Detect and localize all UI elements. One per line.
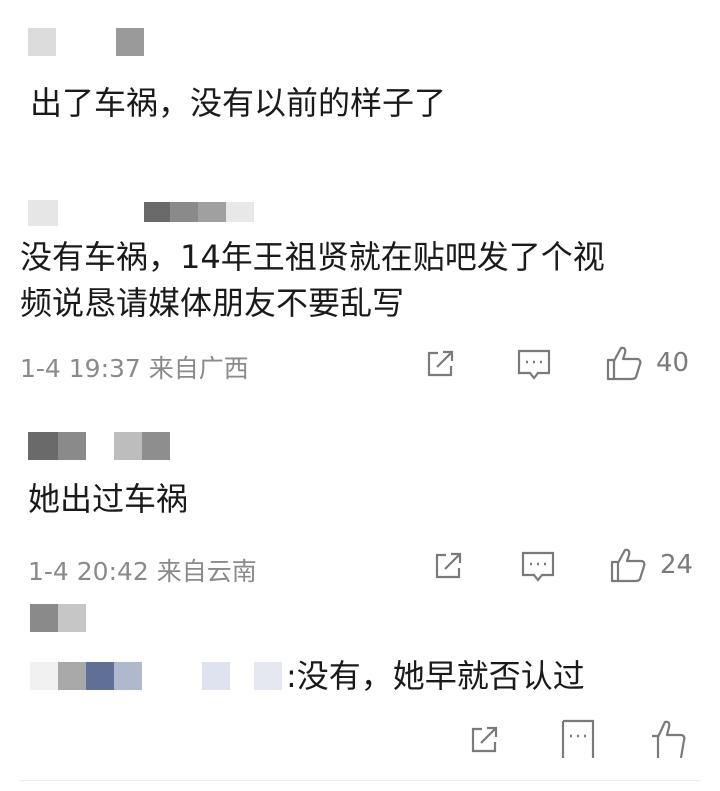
reply-mention-mosaic <box>30 662 282 690</box>
comment-text-line1: 没有车祸，14年王祖贤就在贴吧发了个视 <box>20 238 605 276</box>
comment-text-line2: 频说恳请媒体朋友不要乱写 <box>20 284 405 322</box>
comment-text: 出了车祸，没有以前的样子了 <box>30 84 447 122</box>
comment-icon <box>517 349 551 380</box>
thumbs-up-icon <box>610 548 646 583</box>
username-mosaic <box>30 604 86 632</box>
reply-button[interactable] <box>520 550 556 584</box>
share-icon <box>471 726 498 753</box>
comment-location: 来自广西 <box>148 354 249 383</box>
comment-text: 她出过车祸 <box>28 480 189 518</box>
like-button[interactable] <box>648 716 688 758</box>
comment-meta: 1-4 19:37 来自广西 <box>20 349 249 385</box>
share-button[interactable] <box>424 348 458 380</box>
comment-time: 1-4 20:42 <box>28 557 149 586</box>
share-button[interactable] <box>468 724 502 756</box>
like-button[interactable]: 40 <box>604 344 689 382</box>
comment-time: 1-4 19:37 <box>20 354 141 383</box>
thumbs-up-icon <box>606 346 642 381</box>
like-count: 24 <box>660 550 694 580</box>
thumbs-up-icon <box>652 720 686 758</box>
comment-location: 来自云南 <box>156 557 257 586</box>
bottom-divider <box>20 780 700 781</box>
username-mosaic <box>28 200 254 226</box>
like-count: 40 <box>656 348 690 378</box>
comment-meta: 1-4 20:42 来自云南 <box>28 552 257 588</box>
reply-text: :没有，她早就否认过 <box>286 657 585 695</box>
share-icon <box>435 552 462 579</box>
comment-icon <box>561 719 595 758</box>
avatar-mosaic <box>28 28 144 56</box>
share-button[interactable] <box>432 550 466 582</box>
share-icon <box>427 350 454 377</box>
like-button[interactable]: 24 <box>608 546 693 584</box>
comment-icon <box>521 551 555 582</box>
reply-button[interactable] <box>560 718 596 758</box>
reply-button[interactable] <box>516 348 552 382</box>
username-mosaic <box>28 432 170 460</box>
